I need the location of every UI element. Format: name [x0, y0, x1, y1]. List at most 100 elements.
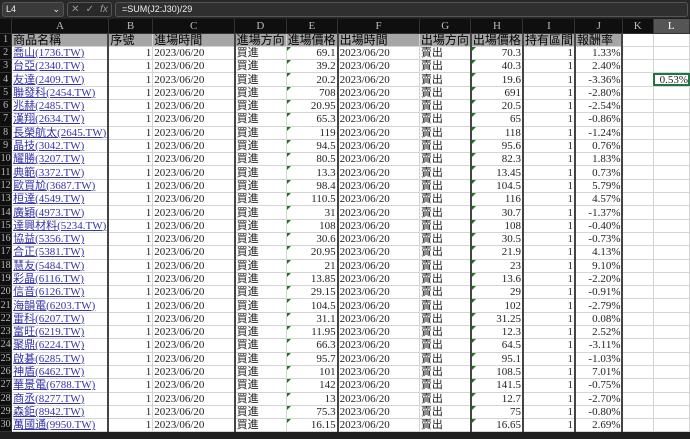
cell-l[interactable]: [653, 165, 690, 180]
cell[interactable]: 70.3: [470, 46, 524, 61]
row-header[interactable]: 20: [0, 285, 13, 300]
cell[interactable]: 21: [286, 259, 339, 273]
cell[interactable]: 19.6: [470, 72, 524, 87]
cell-k[interactable]: [622, 86, 654, 100]
cell[interactable]: 賣出: [419, 99, 472, 114]
cell[interactable]: 1: [108, 139, 154, 154]
cell[interactable]: 1: [108, 126, 154, 140]
cell[interactable]: 買進: [234, 312, 287, 327]
cell[interactable]: 賣出: [419, 59, 472, 74]
cell-l[interactable]: [653, 139, 690, 154]
cell[interactable]: 買進: [234, 205, 287, 220]
cell-k[interactable]: [622, 126, 654, 140]
cell[interactable]: 75.3: [286, 405, 339, 420]
cell[interactable]: 1: [522, 86, 576, 100]
cell-k[interactable]: [622, 112, 654, 127]
cell-k[interactable]: [622, 232, 654, 247]
cell[interactable]: 買進: [234, 418, 287, 433]
cell[interactable]: 1: [522, 99, 576, 114]
cell-l[interactable]: [653, 179, 690, 194]
cell[interactable]: 1: [108, 86, 154, 100]
cell[interactable]: 2023/06/20: [337, 392, 420, 406]
cell[interactable]: 1: [108, 72, 154, 87]
cell[interactable]: 2023/06/20: [152, 112, 236, 127]
stock-link[interactable]: 晶技(3042.TW): [11, 139, 110, 154]
cell[interactable]: 2023/06/20: [152, 392, 236, 406]
cell[interactable]: 20.2: [286, 72, 339, 87]
cell[interactable]: 1: [108, 418, 154, 433]
column-header-e[interactable]: E: [286, 19, 339, 34]
stock-link[interactable]: 商丞(8277.TW): [11, 392, 110, 406]
cell[interactable]: 2023/06/20: [152, 272, 236, 287]
cancel-icon[interactable]: ✕: [71, 4, 79, 15]
cell[interactable]: 買進: [234, 259, 287, 273]
cell[interactable]: 2023/06/20: [152, 126, 236, 140]
cell[interactable]: 1: [108, 392, 154, 406]
cell[interactable]: 買進: [234, 126, 287, 140]
cell[interactable]: 1: [522, 126, 576, 140]
row-header[interactable]: 15: [0, 219, 13, 233]
cell[interactable]: 賣出: [419, 285, 472, 300]
cell[interactable]: 1: [522, 205, 576, 220]
row-header[interactable]: 4: [0, 72, 13, 87]
row-header[interactable]: 3: [0, 59, 13, 74]
cell[interactable]: 買進: [234, 232, 287, 247]
column-header-l[interactable]: L: [653, 19, 690, 34]
cell[interactable]: 64.5: [470, 338, 524, 353]
cell[interactable]: 2023/06/20: [152, 192, 236, 207]
confirm-icon[interactable]: ✓: [86, 4, 94, 15]
cell[interactable]: 1: [522, 192, 576, 207]
column-header-g[interactable]: G: [419, 19, 472, 34]
cell-l[interactable]: [653, 272, 690, 287]
cell[interactable]: 賣出: [419, 325, 472, 340]
cell[interactable]: 12.7: [470, 392, 524, 406]
cell[interactable]: 賣出: [419, 272, 472, 287]
row-header[interactable]: 14: [0, 205, 13, 220]
cell-l[interactable]: [653, 392, 690, 406]
row-header[interactable]: 12: [0, 179, 13, 194]
cell[interactable]: 104.5: [286, 298, 339, 313]
cell-k[interactable]: [622, 245, 654, 260]
cell-l[interactable]: [653, 405, 690, 420]
cell[interactable]: 賣出: [419, 365, 472, 380]
cell[interactable]: 1: [108, 205, 154, 220]
cell[interactable]: 2023/06/20: [337, 59, 420, 74]
cell[interactable]: 買進: [234, 365, 287, 380]
column-title[interactable]: 進場時間: [152, 33, 236, 47]
stock-link[interactable]: 萬國通(9950.TW): [11, 418, 110, 433]
cell[interactable]: 賣出: [419, 259, 472, 273]
cell-l[interactable]: [653, 192, 690, 207]
cell[interactable]: 買進: [234, 72, 287, 87]
cell-k[interactable]: [622, 272, 654, 287]
cell[interactable]: 82.3: [470, 152, 524, 167]
cell-k[interactable]: [622, 325, 654, 340]
cell[interactable]: 賣出: [419, 139, 472, 154]
cell-l[interactable]: [653, 245, 690, 260]
cell[interactable]: 20.5: [470, 99, 524, 114]
cell[interactable]: 30.6: [286, 232, 339, 247]
column-header-f[interactable]: F: [337, 19, 420, 34]
stock-link[interactable]: 華景電(6788.TW): [11, 378, 110, 393]
cell[interactable]: 2023/06/20: [337, 179, 420, 194]
cell[interactable]: 104.5: [470, 179, 524, 194]
cell[interactable]: 賣出: [419, 179, 472, 194]
stock-link[interactable]: 長榮航太(2645.TW): [11, 126, 110, 140]
cell[interactable]: 69.1: [286, 46, 339, 61]
cell-l[interactable]: [653, 33, 690, 47]
cell[interactable]: 2023/06/20: [152, 312, 236, 327]
cell[interactable]: 1: [522, 325, 576, 340]
cell[interactable]: -0.40%: [574, 219, 624, 233]
cell[interactable]: 賣出: [419, 112, 472, 127]
cell[interactable]: 賣出: [419, 152, 472, 167]
cell[interactable]: 賣出: [419, 298, 472, 313]
row-header[interactable]: 18: [0, 259, 13, 273]
cell[interactable]: 1: [522, 46, 576, 61]
cell[interactable]: 賣出: [419, 338, 472, 353]
row-header[interactable]: 5: [0, 86, 13, 100]
column-header-j[interactable]: J: [574, 19, 623, 34]
cell[interactable]: 12.3: [470, 325, 524, 340]
cell[interactable]: 7.01%: [574, 365, 624, 380]
cell[interactable]: -2.54%: [574, 99, 624, 114]
cell[interactable]: 賣出: [419, 126, 472, 140]
row-header[interactable]: 17: [0, 245, 13, 260]
